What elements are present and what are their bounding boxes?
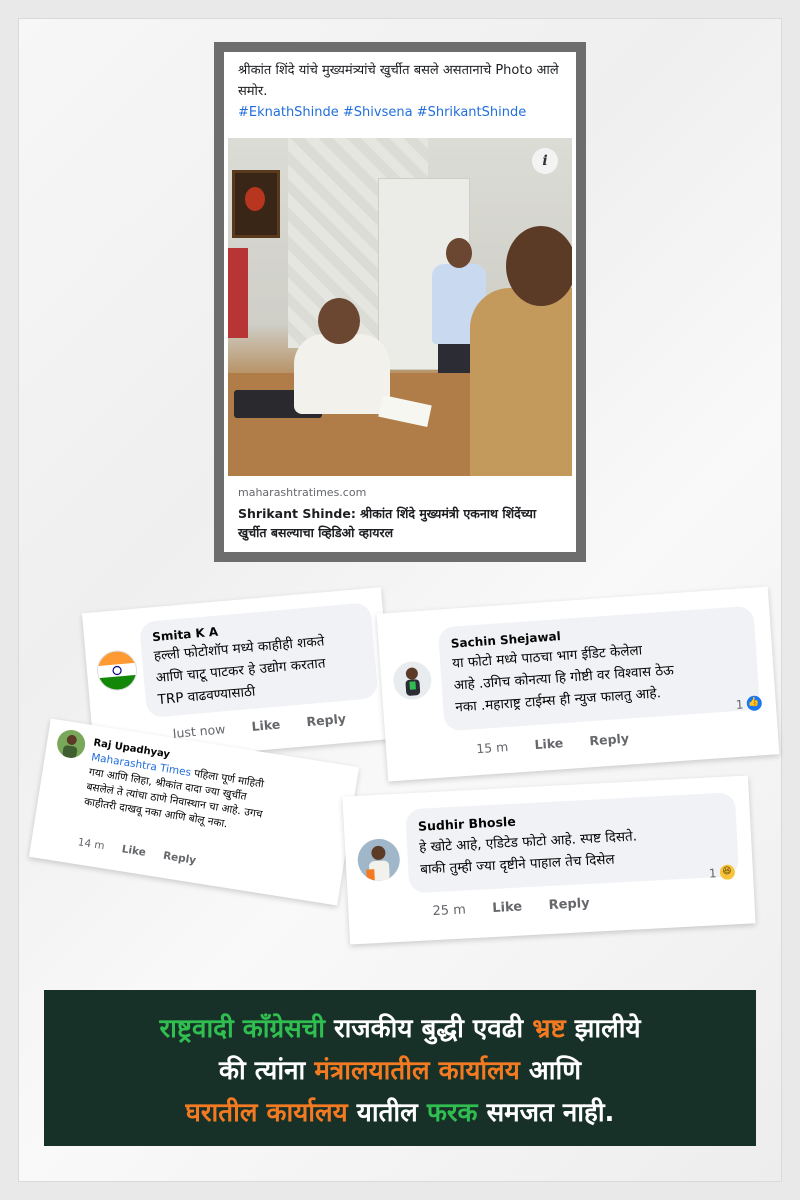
person-avatar-icon: [366, 845, 390, 882]
reply-button[interactable]: Reply: [162, 850, 197, 867]
comment-bubble: Smita K A हल्ली फोटोशॉप मध्ये काहीही शकत…: [138, 602, 379, 719]
like-button[interactable]: Like: [492, 899, 523, 916]
photo-seated-person: [294, 334, 390, 414]
person-avatar-icon: [62, 734, 78, 759]
comment-card: Sudhir Bhosle हे खोटे आहे, एडिटेड फोटो आ…: [342, 775, 756, 945]
banner-highlight-orange: भ्रष्ट: [532, 1014, 566, 1044]
photo-red-panel: [228, 248, 248, 338]
avatar[interactable]: [95, 648, 139, 693]
laughing-face-icon: 😆: [719, 864, 735, 881]
photo-seated-person-head: [318, 298, 360, 344]
avatar[interactable]: [356, 837, 401, 882]
post-inner: श्रीकांत शिंदे यांचे मुख्यमंत्र्यांचे खु…: [224, 52, 576, 552]
india-flag-icon: [96, 649, 138, 692]
comment-bubble: Sudhir Bhosle हे खोटे आहे, एडिटेड फोटो आ…: [405, 792, 740, 894]
comment-actions: 25 m Like Reply: [432, 895, 612, 919]
like-button[interactable]: Like: [121, 843, 147, 859]
message-banner: राष्ट्रवादी काँग्रेसची राजकीय बुद्धी एवढ…: [44, 990, 756, 1146]
comment-card: Sachin Shejawal या फोटो मध्ये पाठचा भाग …: [376, 586, 780, 782]
info-icon[interactable]: i: [532, 148, 558, 174]
banner-highlight-orange: मंत्रालयातील कार्यालय: [314, 1056, 520, 1086]
comment-time: 25 m: [432, 902, 467, 920]
reaction-number: 1: [708, 865, 717, 881]
comment-actions: Just now Like Reply: [172, 709, 368, 741]
thumbs-up-icon: 👍: [745, 695, 762, 712]
banner-line-2: की त्यांना मंत्रालयातील कार्यालय आणि: [44, 1050, 756, 1092]
reaction-count[interactable]: 1 😆: [709, 864, 735, 880]
banner-text: यातील: [347, 1098, 427, 1128]
banner-text: आणि: [519, 1056, 582, 1086]
photo-foreground-person: [470, 288, 572, 476]
post-caption: श्रीकांत शिंदे यांचे मुख्यमंत्र्यांचे खु…: [238, 60, 568, 123]
banner-highlight-green: राष्ट्रवादी काँग्रेसची: [159, 1014, 325, 1044]
post-hashtags[interactable]: #EknathShinde #Shivsena #ShrikantShinde: [238, 105, 526, 120]
photo-painting: [232, 170, 280, 238]
banner-line-1: राष्ट्रवादी काँग्रेसची राजकीय बुद्धी एवढ…: [44, 1008, 756, 1050]
banner-line-3: घरातील कार्यालय यातील फरक समजत नाही.: [44, 1092, 756, 1134]
like-button[interactable]: Like: [534, 735, 564, 752]
link-headline[interactable]: Shrikant Shinde: श्रीकांत शिंदे मुख्यमंत…: [238, 504, 568, 542]
link-domain: maharashtratimes.com: [238, 486, 367, 499]
banner-highlight-orange: घरातील कार्यालय: [185, 1098, 348, 1128]
person-avatar-icon: [405, 667, 421, 696]
comment-time: 14 m: [76, 836, 106, 853]
reply-button[interactable]: Reply: [589, 731, 629, 749]
reply-button[interactable]: Reply: [306, 711, 347, 729]
banner-text: की त्यांना: [218, 1056, 315, 1086]
comment-time: 15 m: [475, 739, 509, 757]
avatar[interactable]: [392, 660, 433, 701]
comment-bubble: Sachin Shejawal या फोटो मध्ये पाठचा भाग …: [437, 605, 761, 732]
comment-actions: 15 m Like Reply: [475, 729, 652, 757]
news-post-card[interactable]: श्रीकांत शिंदे यांचे मुख्यमंत्र्यांचे खु…: [214, 42, 586, 562]
comment-actions: 14 m Like Reply: [77, 836, 219, 870]
reaction-count[interactable]: 1 👍: [735, 695, 762, 712]
reply-button[interactable]: Reply: [548, 896, 590, 913]
caption-text: श्रीकांत शिंदे यांचे मुख्यमंत्र्यांचे खु…: [238, 63, 559, 99]
post-photo[interactable]: i: [228, 138, 572, 476]
banner-highlight-green: फरक: [426, 1098, 478, 1128]
banner-text: समजत नाही.: [477, 1098, 615, 1128]
avatar[interactable]: [55, 727, 88, 760]
like-button[interactable]: Like: [251, 717, 281, 734]
reaction-number: 1: [735, 697, 744, 712]
banner-text: राजकीय बुद्धी एवढी: [324, 1014, 533, 1044]
photo-foreground-person-head: [506, 226, 572, 306]
photo-standing-person-head: [446, 238, 472, 268]
banner-text: झालीये: [565, 1014, 641, 1044]
